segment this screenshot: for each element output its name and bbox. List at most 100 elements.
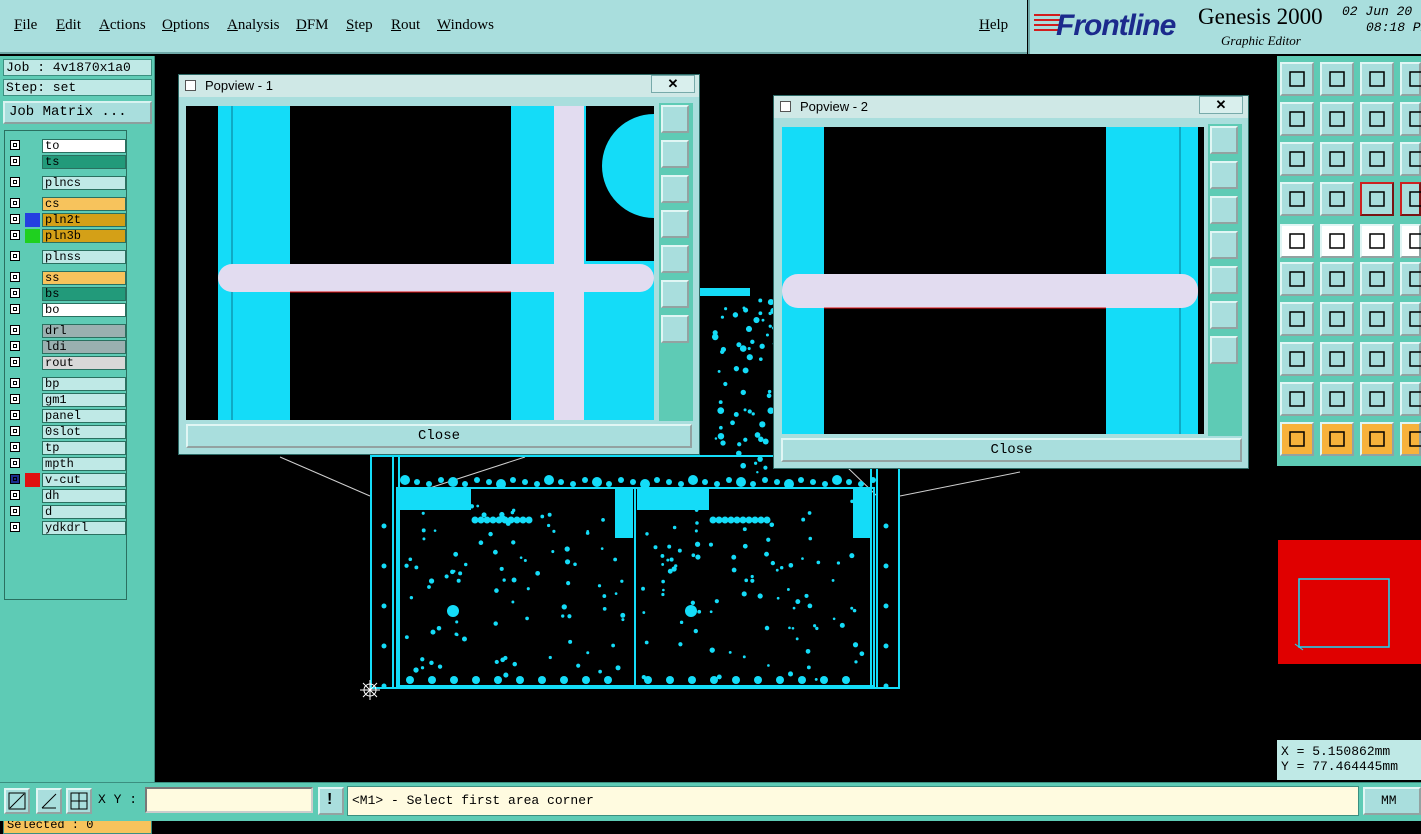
popview-pan-down-icon[interactable]: [1210, 196, 1238, 224]
zoom-in-icon[interactable]: [1320, 62, 1354, 96]
units-selector[interactable]: MM: [1363, 787, 1421, 815]
popview-2-titlebar[interactable]: Popview - 2: [774, 96, 1248, 118]
popview-zoom-out-icon[interactable]: [1210, 336, 1238, 364]
ruler-icon[interactable]: [1360, 224, 1394, 258]
layer-checkbox[interactable]: [10, 442, 20, 452]
menu-options[interactable]: Options: [162, 17, 210, 34]
layer-row-ts[interactable]: ts: [7, 155, 126, 169]
popview-pan-left-icon[interactable]: [661, 210, 689, 238]
layer-row-d[interactable]: d: [7, 505, 126, 519]
layer-checkbox[interactable]: [10, 458, 20, 468]
layer-checkbox[interactable]: [10, 394, 20, 404]
popview-zoom-home-icon[interactable]: [1210, 126, 1238, 154]
popview-pan-down-icon[interactable]: [661, 175, 689, 203]
job-matrix-button[interactable]: Job Matrix ...: [3, 101, 152, 124]
grid-icon[interactable]: [1320, 182, 1354, 216]
snap-settings-icon[interactable]: [1280, 182, 1314, 216]
arc-icon[interactable]: [1400, 262, 1421, 296]
menu-windows[interactable]: Windows: [437, 17, 494, 34]
refresh-icon[interactable]: [1360, 102, 1394, 136]
layer-checkbox[interactable]: [10, 474, 20, 484]
layer-row-drl[interactable]: drl: [7, 324, 126, 338]
layer-checkbox[interactable]: [10, 251, 20, 261]
pan-icon[interactable]: [1400, 102, 1421, 136]
popview-2-close-icon[interactable]: ✕: [1199, 96, 1243, 114]
layer-row-ydkdrl[interactable]: ydkdrl: [7, 521, 126, 535]
bracket-icon[interactable]: [1400, 302, 1421, 336]
layer-row-gm1[interactable]: gm1: [7, 393, 126, 407]
select-filled-icon[interactable]: [1360, 422, 1394, 456]
layer-row-plnss[interactable]: plnss: [7, 250, 126, 264]
query-icon[interactable]: [1400, 142, 1421, 176]
layer-row-tp[interactable]: tp: [7, 441, 126, 455]
net-icon[interactable]: [1400, 182, 1421, 216]
popview-pan-right-icon[interactable]: [1210, 266, 1238, 294]
line-select-icon[interactable]: [1320, 224, 1354, 258]
popview-zoom-out-icon[interactable]: [661, 315, 689, 343]
home-icon[interactable]: [1360, 62, 1394, 96]
layer-checkbox[interactable]: [10, 272, 20, 282]
a-shape-icon[interactable]: [1320, 382, 1354, 416]
pad-move-icon[interactable]: [1280, 342, 1314, 376]
zoom-fit-icon[interactable]: [1280, 142, 1314, 176]
menu-rout[interactable]: Rout: [391, 17, 420, 34]
menu-file[interactable]: File: [14, 17, 37, 34]
menu-step[interactable]: Step: [346, 17, 373, 34]
layer-checkbox[interactable]: [10, 304, 20, 314]
layer-checkbox[interactable]: [10, 214, 20, 224]
layer-checkbox[interactable]: [10, 177, 20, 187]
layer-checkbox[interactable]: [10, 230, 20, 240]
draw-line-icon[interactable]: [1320, 302, 1354, 336]
pan-right-icon[interactable]: [1320, 102, 1354, 136]
menu-edit[interactable]: Edit: [56, 17, 81, 34]
popview-pan-right-icon[interactable]: [661, 245, 689, 273]
layer-row-bs[interactable]: bs: [7, 287, 126, 301]
net-highlight-icon[interactable]: [1360, 182, 1394, 216]
pan-left-icon[interactable]: [1280, 102, 1314, 136]
popview-pan-up-icon[interactable]: [661, 140, 689, 168]
layer-checkbox[interactable]: [10, 522, 20, 532]
layer-row-rout[interactable]: rout: [7, 356, 126, 370]
triangle-icon[interactable]: [1280, 382, 1314, 416]
layer-row-bp[interactable]: bp: [7, 377, 126, 391]
zoom-home-icon[interactable]: [1280, 62, 1314, 96]
menu-dfm[interactable]: DFM: [296, 17, 329, 34]
layer-checkbox[interactable]: [10, 357, 20, 367]
menu-analysis[interactable]: Analysis: [227, 17, 280, 34]
layer-checkbox[interactable]: [10, 325, 20, 335]
triangle-alt-icon[interactable]: [1400, 382, 1421, 416]
pointer-icon[interactable]: [1280, 422, 1314, 456]
layer-checkbox[interactable]: [10, 156, 20, 166]
layer-row-pln3b[interactable]: pln3b: [7, 229, 126, 243]
layer-checkbox[interactable]: [10, 378, 20, 388]
zoom-extent-icon[interactable]: [1320, 142, 1354, 176]
popview-1-titlebar[interactable]: Popview - 1: [179, 75, 699, 97]
popview-zoom-in-icon[interactable]: [1210, 301, 1238, 329]
snap-mode-icon[interactable]: [4, 788, 30, 814]
layer-row-bo[interactable]: bo: [7, 303, 126, 317]
layer-checkbox[interactable]: [10, 341, 20, 351]
delete-point-icon[interactable]: [1320, 262, 1354, 296]
step-icon[interactable]: [1400, 422, 1421, 456]
help-icon[interactable]: [1400, 62, 1421, 96]
node-connect-icon[interactable]: [1280, 262, 1314, 296]
layer-checkbox[interactable]: [10, 490, 20, 500]
popview-zoom-home-icon[interactable]: [661, 105, 689, 133]
layer-row-v-cut[interactable]: v-cut: [7, 473, 126, 487]
popview-2-close-button[interactable]: Close: [781, 438, 1242, 462]
alert-icon[interactable]: !: [318, 787, 344, 815]
xy-input[interactable]: [145, 787, 313, 813]
layer-checkbox[interactable]: [10, 198, 20, 208]
layer-row-plncs[interactable]: plncs: [7, 176, 126, 190]
a-outline-icon[interactable]: [1360, 382, 1394, 416]
menu-actions[interactable]: Actions: [99, 17, 146, 34]
popview-1-close-button[interactable]: Close: [186, 424, 692, 448]
popview-pan-up-icon[interactable]: [1210, 161, 1238, 189]
scale-1-2-icon[interactable]: [1360, 142, 1394, 176]
layer-row-mpth[interactable]: mpth: [7, 457, 126, 471]
circle-icon[interactable]: [1400, 224, 1421, 258]
layer-checkbox[interactable]: [10, 410, 20, 420]
popview-pan-left-icon[interactable]: [1210, 231, 1238, 259]
popview-1-close-icon[interactable]: ✕: [651, 75, 695, 93]
layer-checkbox[interactable]: [10, 426, 20, 436]
